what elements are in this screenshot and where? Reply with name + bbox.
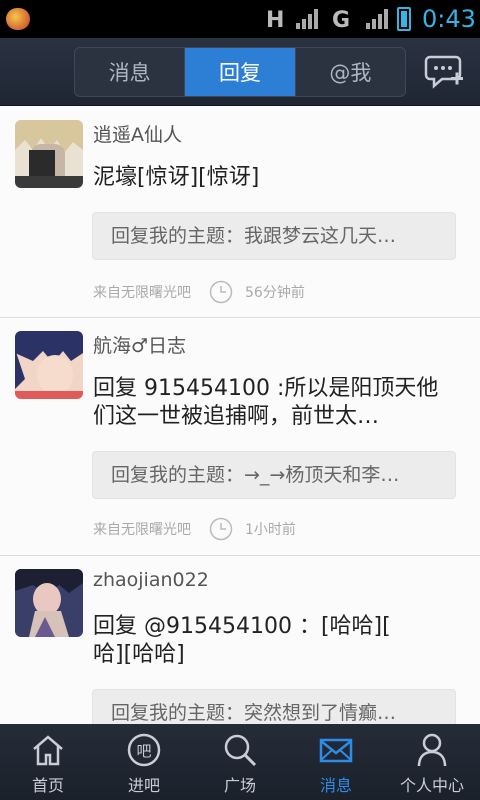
nav-home[interactable]: 首页	[0, 724, 96, 800]
reply-text: 泥壕[惊讶][惊讶]	[93, 165, 260, 190]
home-icon	[33, 735, 63, 766]
nav-label: 消息	[319, 776, 352, 795]
reply-meta: 来自无限曙光吧 1小时前	[93, 517, 296, 541]
nav-messages[interactable]: 消息	[288, 724, 384, 800]
signal-bars-icon	[296, 9, 318, 29]
reply-item[interactable]: 航海♂日志 回复 915454100 :所以是阳顶天他 们这一世被追捕啊，前世太…	[0, 318, 480, 556]
status-clock: 0:43	[422, 5, 476, 33]
reply-time: 56分钟前	[245, 285, 305, 301]
reply-username[interactable]: zhaojian022	[93, 569, 209, 591]
battery-icon	[397, 7, 411, 31]
message-tabs: 消息 回复 @我	[74, 47, 406, 97]
nav-profile[interactable]: 个人中心	[384, 724, 480, 800]
avatar[interactable]	[15, 120, 83, 188]
tab-replies[interactable]: 回复	[184, 48, 295, 96]
nav-label: 个人中心	[399, 776, 464, 795]
person-icon	[417, 733, 447, 767]
bottom-navigation: 首页 吧 进吧 广场 消息 个人中心	[0, 724, 480, 800]
network-type-2: G	[332, 8, 351, 33]
reply-text-line-1: 回复 915454100 :所以是阳顶天他	[93, 376, 439, 401]
reply-text-line-2: 哈][哈哈]	[93, 642, 185, 667]
new-chat-icon[interactable]	[424, 53, 464, 91]
tab-messages[interactable]: 消息	[75, 48, 184, 96]
nav-enter-bar[interactable]: 吧 进吧	[96, 724, 192, 800]
reply-text-line-2: 们这一世被追捕啊，前世太…	[93, 404, 380, 429]
reply-meta: 来自无限曙光吧 56分钟前	[93, 280, 305, 304]
search-icon	[224, 734, 257, 767]
reply-text-line-1: 回复 @915454100 ：[哈哈][	[93, 614, 391, 639]
quoted-topic[interactable]: 回复我的主题：→_→杨顶天和李…	[92, 451, 456, 499]
quoted-topic[interactable]: 回复我的主题：突然想到了情癫…	[92, 689, 456, 724]
reply-username[interactable]: 逍遥A仙人	[93, 120, 182, 147]
signal-bars-icon-2	[366, 9, 388, 29]
nav-label: 广场	[223, 776, 256, 795]
enter-bar-icon: 吧	[127, 733, 161, 767]
nav-label: 进吧	[127, 776, 160, 795]
nav-label: 首页	[31, 776, 64, 795]
reply-list[interactable]: 逍遥A仙人 泥壕[惊讶][惊讶] 回复我的主题：我跟梦云这几天… 来自无限曙光吧…	[0, 106, 480, 724]
svg-text:吧: 吧	[136, 742, 151, 760]
avatar[interactable]	[15, 331, 83, 399]
clock-icon	[209, 280, 233, 304]
clock-icon	[209, 517, 233, 541]
status-bar: H G 0:43	[0, 0, 480, 38]
tab-mentions[interactable]: @我	[294, 48, 405, 96]
app-notification-icon	[6, 8, 30, 30]
quoted-topic[interactable]: 回复我的主题：我跟梦云这几天…	[92, 212, 456, 260]
reply-username[interactable]: 航海♂日志	[93, 331, 186, 358]
reply-time: 1小时前	[245, 522, 296, 538]
avatar[interactable]	[15, 569, 83, 637]
reply-source[interactable]: 来自无限曙光吧	[93, 282, 191, 302]
reply-item[interactable]: zhaojian022 回复 @915454100 ：[哈哈][ 哈][哈哈] …	[0, 556, 480, 724]
nav-plaza[interactable]: 广场	[192, 724, 288, 800]
network-type-1: H	[266, 8, 285, 33]
top-bar: 消息 回复 @我	[0, 38, 480, 106]
reply-item[interactable]: 逍遥A仙人 泥壕[惊讶][惊讶] 回复我的主题：我跟梦云这几天… 来自无限曙光吧…	[0, 106, 480, 318]
reply-source[interactable]: 来自无限曙光吧	[93, 519, 191, 539]
mail-icon	[319, 738, 353, 763]
